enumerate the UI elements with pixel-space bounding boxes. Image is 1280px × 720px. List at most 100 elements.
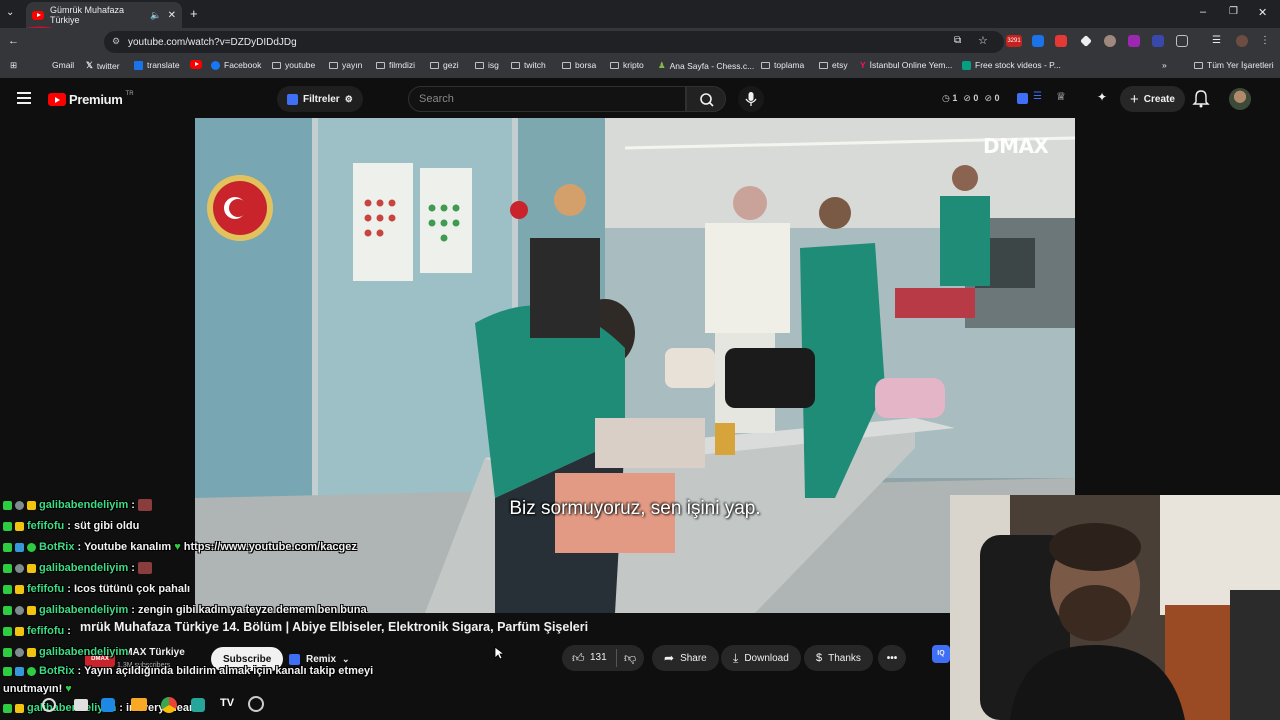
gamepad-icon[interactable]: ✦	[1097, 90, 1107, 104]
app-taskbar-icon[interactable]	[191, 698, 205, 712]
chat-username[interactable]: fefifofu	[27, 520, 64, 532]
bookmark-istanbul[interactable]: Y İstanbul Online Yem...	[860, 60, 952, 70]
chat-username[interactable]: BotRix	[39, 665, 74, 677]
bookmark-folder-youtube[interactable]: youtube	[272, 60, 315, 70]
sliders-icon: ⚙	[344, 93, 353, 104]
thanks-button[interactable]: $ Thanks	[804, 645, 873, 671]
search-taskbar-icon[interactable]	[42, 698, 56, 712]
download-icon: ⤓	[733, 650, 739, 665]
chat-link[interactable]: https://www.youtube.com/kacgez	[184, 541, 357, 553]
bookmark-translate[interactable]: translate	[134, 60, 180, 70]
file-explorer-icon[interactable]	[131, 698, 147, 711]
chat-message: galibabendeliyim :	[3, 559, 152, 577]
obs-taskbar-icon[interactable]	[248, 696, 264, 712]
tab-list-icon[interactable]: ⌄	[6, 7, 14, 18]
bookmark-folder-borsa[interactable]: borsa	[562, 60, 596, 70]
apps-grid-icon[interactable]: ⊞	[10, 60, 17, 71]
bookmark-folder-twitch[interactable]: twitch	[511, 60, 546, 70]
bookmark-gmail[interactable]: Gmail	[52, 60, 74, 70]
like-icon[interactable]: 👍︎	[572, 651, 585, 666]
search-input[interactable]: Search	[408, 86, 686, 112]
emote-icon	[137, 499, 152, 511]
account-avatar[interactable]	[1229, 88, 1251, 110]
translate-ext-icon[interactable]	[1032, 35, 1044, 47]
verified-badge-icon	[27, 542, 36, 552]
folder-icon	[272, 61, 281, 69]
back-icon[interactable]: ←	[8, 35, 19, 47]
close-tab-icon[interactable]: ✕	[168, 10, 176, 21]
iq-sidebar-icon[interactable]: IQ	[932, 645, 950, 663]
sub-badge-icon	[15, 647, 24, 657]
bookmark-pexels[interactable]: Free stock videos - P...	[962, 60, 1061, 70]
diamond-ext-icon[interactable]	[1080, 35, 1092, 47]
chat-username[interactable]: galibabendeliyim	[39, 646, 128, 658]
chat-username[interactable]: galibabendeliyim	[39, 499, 128, 511]
x-icon: 𝕏	[86, 60, 93, 70]
chrome-taskbar-icon[interactable]	[161, 697, 177, 713]
iq-icon[interactable]	[1017, 93, 1028, 104]
bookmark-label: yayın	[342, 60, 363, 70]
tradingview-icon[interactable]: TV	[220, 697, 234, 709]
sub-badge-icon	[15, 563, 24, 573]
share-button[interactable]: ➦ Share	[652, 645, 719, 671]
voice-search-button[interactable]	[738, 86, 764, 112]
folder-icon	[562, 61, 571, 69]
all-bookmarks[interactable]: Tüm Yer İşaretleri	[1194, 60, 1274, 70]
more-actions-button[interactable]: •••	[878, 645, 906, 671]
chat-username[interactable]: galibabendeliyim	[39, 562, 128, 574]
bookmark-youtube-icon[interactable]	[190, 60, 202, 69]
bookmarks-overflow-icon[interactable]: »	[1162, 60, 1167, 70]
minimize-button[interactable]: –	[1200, 6, 1206, 18]
filters-button[interactable]: Filtreler ⚙	[277, 86, 363, 112]
dmax-watermark: DMAX	[983, 134, 1049, 158]
bookmark-twitter[interactable]: 𝕏twitter	[86, 60, 120, 71]
new-tab-button[interactable]: +	[190, 6, 198, 21]
bookmark-folder-etsy[interactable]: etsy	[819, 60, 848, 70]
search-icon	[700, 93, 714, 107]
search-button[interactable]	[686, 86, 726, 112]
profile-avatar[interactable]	[1236, 35, 1248, 47]
dislike-icon[interactable]: 👎︎	[624, 651, 636, 666]
chat-username[interactable]: fefifofu	[27, 625, 64, 637]
bookmark-star-icon[interactable]: ☆	[978, 34, 988, 47]
bookmark-folder-toplama[interactable]: toplama	[761, 60, 804, 70]
restore-button[interactable]: ❐	[1229, 6, 1238, 17]
cookie-ext-icon[interactable]	[1104, 35, 1116, 47]
bookmark-folder-kripto[interactable]: kripto	[610, 60, 644, 70]
youtube-premium-logo[interactable]: Premium TR	[48, 91, 134, 107]
translate-icon	[134, 60, 143, 70]
cast-icon[interactable]: ⧉	[954, 35, 961, 46]
site-info-icon[interactable]: ⚙	[112, 36, 120, 47]
bookmark-facebook[interactable]: Facebook	[211, 60, 261, 70]
bookmark-folder-isg[interactable]: isg	[475, 60, 499, 70]
extensions-puzzle-icon[interactable]	[1176, 35, 1188, 47]
window-close-button[interactable]: ✕	[1258, 6, 1267, 19]
edge-taskbar-icon[interactable]	[101, 698, 115, 712]
address-bar[interactable]: ⚙ youtube.com/watch?v=DZDyDIDdJDg ⧉ ☆	[104, 31, 1004, 53]
stat-c: ⊘ 0	[984, 93, 1000, 103]
notification-badge[interactable]: 3291	[1006, 35, 1022, 47]
task-view-icon[interactable]	[74, 699, 88, 711]
verified-badge-icon	[27, 666, 36, 676]
speaker-icon[interactable]: 🔈	[150, 10, 161, 21]
bookmark-folder-yayin[interactable]: yayın	[329, 60, 362, 70]
bookmark-chess[interactable]: ♟ Ana Sayfa - Chess.c...	[658, 60, 754, 71]
bookmark-folder-filmdizi[interactable]: filmdizi	[376, 60, 415, 70]
chat-username[interactable]: fefifofu	[27, 583, 64, 595]
chat-username[interactable]: galibabendeliyim	[39, 604, 128, 616]
bookmark-folder-gezi[interactable]: gezi	[430, 60, 459, 70]
twitch-ext-icon[interactable]	[1128, 35, 1140, 47]
notifications-bell-icon[interactable]	[1192, 89, 1210, 109]
browser-menu-icon[interactable]: ⋮	[1260, 35, 1272, 47]
audio-ext-icon[interactable]	[1152, 35, 1164, 47]
kick-badge-icon	[3, 584, 12, 594]
hamburger-menu-icon[interactable]	[17, 92, 31, 104]
create-button[interactable]: + Create	[1120, 86, 1185, 112]
list-icon[interactable]: ☰	[1033, 91, 1042, 102]
trophy-icon[interactable]: ♕	[1056, 90, 1066, 103]
chat-username[interactable]: BotRix	[39, 541, 74, 553]
reading-list-icon[interactable]: ☰	[1212, 35, 1224, 47]
download-button[interactable]: ⤓ Download	[721, 645, 801, 671]
adblock-ext-icon[interactable]	[1055, 35, 1067, 47]
webcam-feed	[950, 495, 1280, 720]
